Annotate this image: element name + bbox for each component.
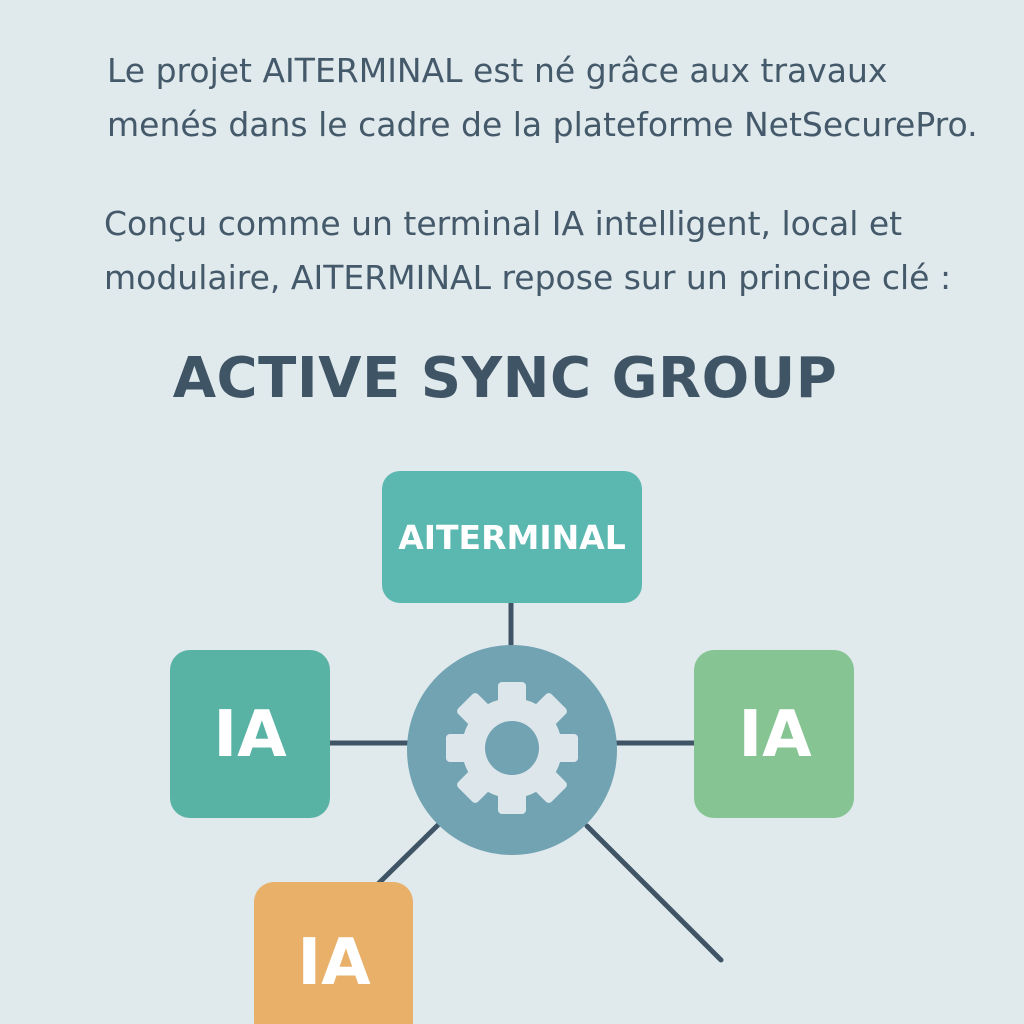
- node-ia-right: IA: [694, 650, 854, 818]
- node-ia-bottom-left: IA: [254, 882, 413, 1024]
- connector-bottom-left: [375, 822, 441, 887]
- connector-bottom-right: [584, 823, 724, 963]
- node-ia-left-label: IA: [213, 698, 287, 772]
- node-aiterminal-label: AITERMINAL: [398, 518, 626, 557]
- sync-hub: [407, 645, 617, 855]
- sync-diagram: AITERMINAL IA IA IA: [170, 471, 854, 1024]
- node-ia-right-label: IA: [738, 698, 812, 772]
- gear-icon: [446, 682, 578, 814]
- node-ia-bottom-left-label: IA: [297, 926, 371, 1000]
- node-aiterminal: AITERMINAL: [382, 471, 642, 603]
- node-ia-left: IA: [170, 650, 330, 818]
